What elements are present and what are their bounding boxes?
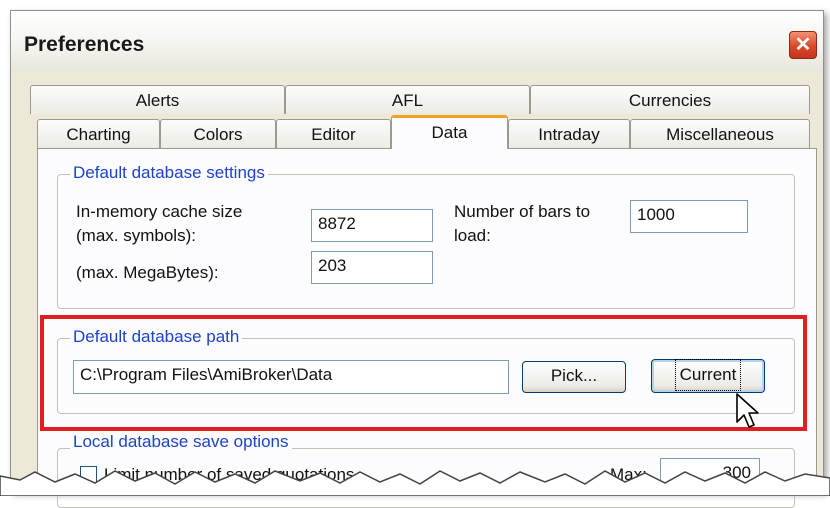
close-icon: ✕ <box>794 34 812 56</box>
tab-miscellaneous[interactable]: Miscellaneous <box>630 119 810 148</box>
tab-label: Miscellaneous <box>666 125 774 144</box>
tab-label: Editor <box>311 125 356 144</box>
tab-editor[interactable]: Editor <box>276 119 391 148</box>
window-title: Preferences <box>24 33 145 56</box>
group-legend: Default database settings <box>70 163 268 183</box>
cache-size-label: In-memory cache size <box>76 202 243 221</box>
tab-currencies[interactable]: Currencies <box>530 85 810 114</box>
title-bar[interactable]: Preferences ✕ <box>11 11 823 71</box>
tab-label: AFL <box>391 91 424 110</box>
tab-alerts[interactable]: Alerts <box>30 85 285 114</box>
group-legend: Local database save options <box>70 432 292 452</box>
tab-label: Currencies <box>628 91 712 110</box>
highlight-box <box>40 315 807 431</box>
close-button[interactable]: ✕ <box>789 31 817 59</box>
tab-label: Colors <box>193 125 243 144</box>
tab-label: Intraday <box>538 125 600 144</box>
tab-label: Data <box>431 123 468 142</box>
megabytes-input[interactable]: 203 <box>311 251 433 284</box>
bars-to-load-label-line2: load: <box>454 226 491 245</box>
tab-colors[interactable]: Colors <box>160 119 276 148</box>
tab-data[interactable]: Data <box>391 115 508 149</box>
mouse-pointer-icon <box>736 393 759 428</box>
torn-edge <box>0 470 830 496</box>
cache-size-label-line2: (max. symbols): <box>76 226 196 245</box>
bars-to-load-label: Number of bars to <box>454 202 591 221</box>
tab-label: Alerts <box>135 91 180 110</box>
tab-afl[interactable]: AFL <box>285 85 530 114</box>
tab-label: Charting <box>66 125 131 144</box>
tab-charting[interactable]: Charting <box>37 119 160 148</box>
bars-to-load-input[interactable]: 1000 <box>630 200 748 233</box>
megabytes-label: (max. MegaBytes): <box>76 263 219 282</box>
tab-intraday[interactable]: Intraday <box>508 119 630 148</box>
cache-symbols-input[interactable]: 8872 <box>311 209 433 242</box>
